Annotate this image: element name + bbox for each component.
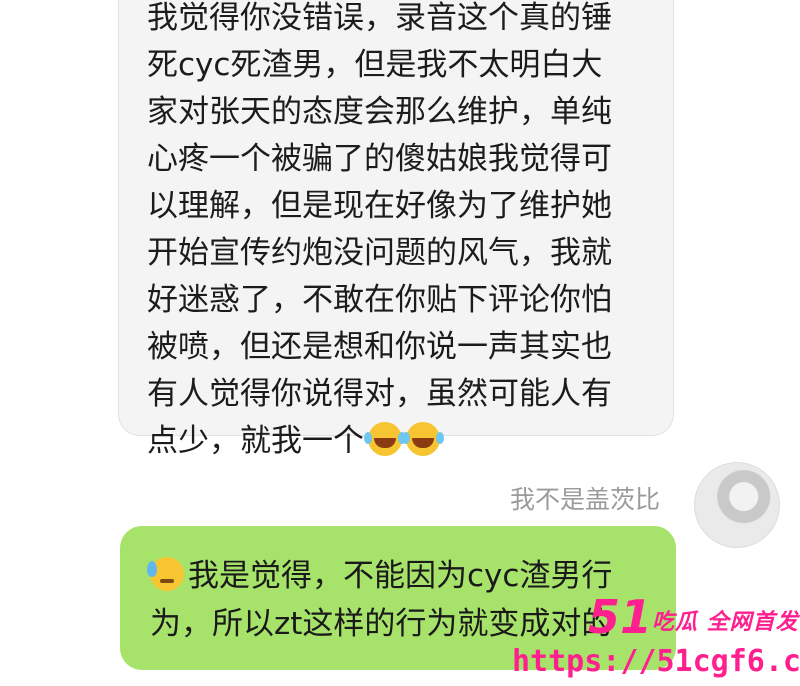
message-line: 死cyc死渣男，但是我不太明白大 (147, 47, 603, 83)
laughing-tears-emoji-icon (364, 422, 402, 456)
message-line: 我觉得你没错误，录音这个真的锤 (147, 0, 612, 36)
message-line: 我是觉得，不能因为cyc渣男行 (147, 552, 656, 600)
message-line-text: 我是觉得，不能因为cyc渣男行 (188, 558, 613, 594)
message-line: 为，所以zt这样的行为就变成对的 (150, 606, 613, 642)
watermark-text: 吃瓜 全网首发 (652, 610, 799, 635)
message-line: 被喷，但还是想和你说一声其实也 (147, 329, 612, 365)
message-line: 心疼一个被骗了的傻姑娘我觉得可 (147, 141, 612, 177)
watermark-brand: 51吃瓜 全网首发 (588, 590, 799, 644)
message-line-text: 点少，就我一个 (147, 423, 364, 459)
message-line: 开始宣传约炮没问题的风气，我就 (147, 235, 612, 271)
message-line: 有人觉得你说得对，虽然可能人有 (147, 376, 612, 412)
sender-name: 我不是盖茨比 (510, 485, 661, 514)
message-line-last: 点少，就我一个 (147, 418, 653, 465)
incoming-message-bubble[interactable]: 我觉得你没错误，录音这个真的锤 死cyc死渣男，但是我不太明白大 家对张天的态度… (118, 0, 674, 459)
message-line: 家对张天的态度会那么维护，单纯 (147, 94, 612, 130)
watermark-url: https://51cgf6.com (512, 644, 800, 679)
watermark-number: 51 (588, 590, 653, 644)
sweat-emoji-icon (147, 557, 184, 591)
message-line: 好迷惑了，不敢在你贴下评论你怕 (147, 282, 612, 318)
message-line: 以理解，但是现在好像为了维护她 (147, 188, 612, 224)
laughing-tears-emoji-icon (402, 422, 440, 456)
avatar[interactable] (694, 462, 780, 548)
